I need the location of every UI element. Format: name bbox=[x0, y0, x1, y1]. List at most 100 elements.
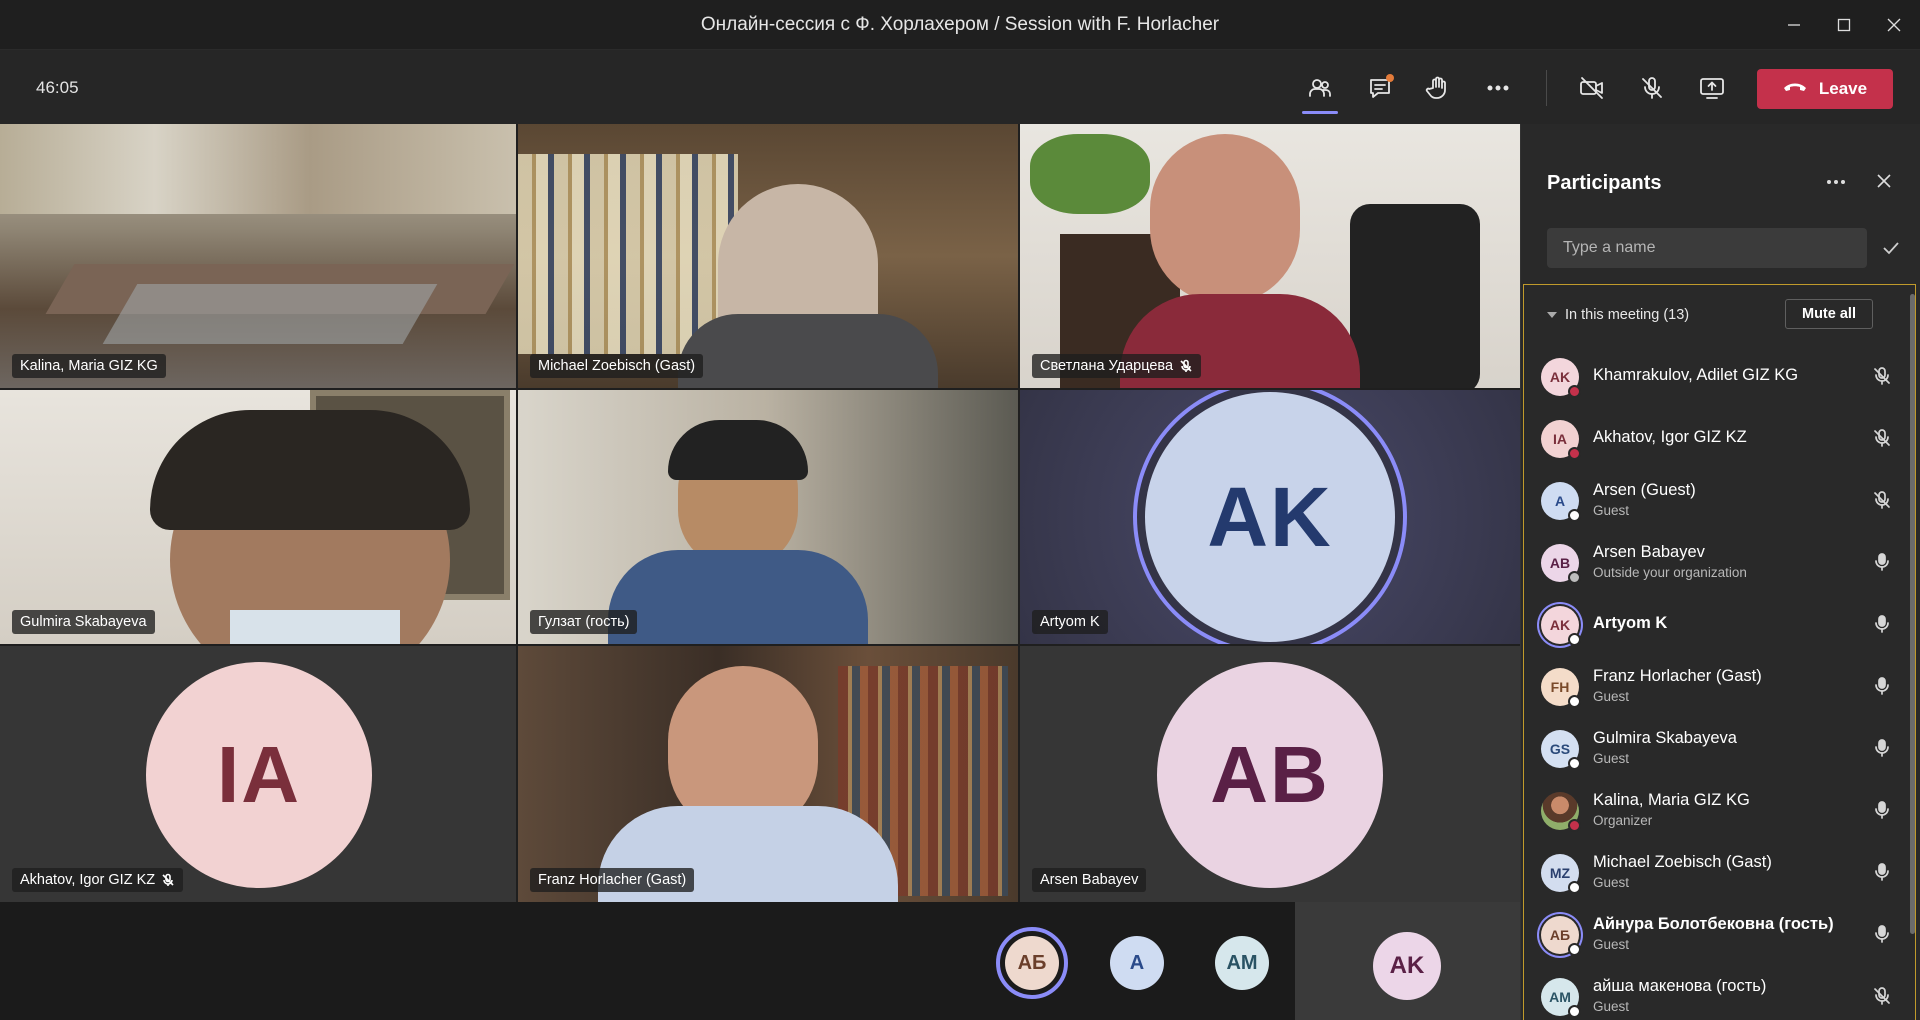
close-icon[interactable] bbox=[1873, 170, 1895, 198]
video-grid: Kalina, Maria GIZ KG Michael Zoebisch (G… bbox=[0, 124, 1520, 902]
share-icon bbox=[1700, 78, 1724, 99]
meeting-toolbar: 46:05 Leave bbox=[0, 50, 1920, 124]
mic-off-icon bbox=[1180, 359, 1192, 372]
presence-status-icon bbox=[1568, 1005, 1581, 1018]
overflow-tile[interactable]: AK bbox=[1295, 902, 1520, 1020]
participant-row[interactable]: Kalina, Maria GIZ KG Organizer bbox=[1541, 782, 1891, 838]
mic-off-icon[interactable] bbox=[1871, 489, 1893, 511]
participant-name-label: Franz Horlacher (Gast) bbox=[530, 868, 695, 892]
video-tile[interactable]: Michael Zoebisch (Gast) bbox=[518, 124, 1018, 388]
avatar[interactable]: АБ bbox=[1005, 936, 1059, 990]
mic-icon[interactable] bbox=[1871, 675, 1893, 697]
participant-name: Gulmira Skabayeva bbox=[1593, 729, 1737, 747]
participant-row[interactable]: FH Franz Horlacher (Gast) Guest bbox=[1541, 658, 1891, 714]
participant-name: Khamrakulov, Adilet GIZ KG bbox=[1593, 366, 1799, 384]
mic-off-icon bbox=[162, 873, 174, 886]
participant-name: Franz Horlacher (Gast) bbox=[1593, 667, 1762, 685]
avatar: IA bbox=[146, 662, 372, 888]
minimize-icon[interactable] bbox=[1776, 10, 1812, 40]
check-icon[interactable] bbox=[1879, 236, 1903, 260]
meeting-timer: 46:05 bbox=[36, 78, 79, 97]
participant-row[interactable]: AK Artyom K bbox=[1541, 596, 1891, 652]
participant-row[interactable]: AM айша макенова (гость) Guest bbox=[1541, 968, 1891, 1020]
video-tile[interactable]: Gulmira Skabayeva bbox=[0, 390, 516, 644]
participant-name-label: Arsen Babayev bbox=[1032, 868, 1147, 892]
participant-role: Guest bbox=[1593, 999, 1630, 1014]
participant-name: Arsen (Guest) bbox=[1593, 481, 1696, 499]
presence-status-icon bbox=[1568, 819, 1581, 832]
chevron-down-icon bbox=[1547, 312, 1557, 318]
participant-role: Organizer bbox=[1593, 813, 1653, 828]
participant-role: Guest bbox=[1593, 751, 1630, 766]
search-input[interactable] bbox=[1547, 228, 1867, 268]
video-tile[interactable]: AB Arsen Babayev bbox=[1020, 646, 1520, 902]
participant-row[interactable]: MZ Michael Zoebisch (Gast) Guest bbox=[1541, 844, 1891, 900]
mic-icon[interactable] bbox=[1871, 737, 1893, 759]
mic-off-icon[interactable] bbox=[1871, 365, 1893, 387]
toolbar-divider bbox=[1546, 70, 1547, 106]
chat-notification-dot bbox=[1386, 74, 1394, 82]
mic-off-icon[interactable] bbox=[1871, 427, 1893, 449]
mic-toggle-button[interactable] bbox=[1630, 66, 1674, 110]
presence-status-icon bbox=[1568, 447, 1581, 460]
mic-icon[interactable] bbox=[1871, 613, 1893, 635]
participant-name-label: Gulmira Skabayeva bbox=[12, 610, 155, 634]
video-tile[interactable]: Franz Horlacher (Gast) bbox=[518, 646, 1018, 902]
participant-row[interactable]: AB Arsen Babayev Outside your organization bbox=[1541, 534, 1891, 590]
more-actions-button[interactable] bbox=[1476, 66, 1520, 110]
video-tile[interactable]: Kalina, Maria GIZ KG bbox=[0, 124, 516, 388]
avatar[interactable]: A bbox=[1110, 936, 1164, 990]
participants-button[interactable] bbox=[1298, 66, 1342, 114]
leave-button[interactable]: Leave bbox=[1757, 69, 1893, 109]
participant-name-label: Michael Zoebisch (Gast) bbox=[530, 354, 704, 378]
avatar: AK bbox=[1373, 932, 1441, 1000]
participant-name-label: Akhatov, Igor GIZ KZ bbox=[12, 868, 184, 892]
presence-status-icon bbox=[1568, 385, 1581, 398]
section-header[interactable]: In this meeting (13) bbox=[1547, 307, 1689, 323]
participant-role: Guest bbox=[1593, 503, 1630, 518]
participant-row[interactable]: АБ Айнура Болотбековна (гость) Guest bbox=[1541, 906, 1891, 962]
participant-name-label: Гулзат (гость) bbox=[530, 610, 638, 634]
mute-all-button[interactable]: Mute all bbox=[1785, 299, 1873, 329]
presence-status-icon bbox=[1568, 633, 1581, 646]
participant-name: Akhatov, Igor GIZ KZ bbox=[1593, 428, 1747, 446]
participant-name: айша макенова (гость) bbox=[1593, 977, 1767, 995]
video-tile[interactable]: Гулзат (гость) bbox=[518, 390, 1018, 644]
participant-name: Arsen Babayev bbox=[1593, 543, 1705, 561]
avatar[interactable]: AM bbox=[1215, 936, 1269, 990]
presence-status-icon bbox=[1568, 571, 1581, 584]
participant-row[interactable]: A Arsen (Guest) Guest bbox=[1541, 472, 1891, 528]
video-tile[interactable]: Светлана Ударцева bbox=[1020, 124, 1520, 388]
video-tile[interactable]: AK Artyom K bbox=[1020, 390, 1520, 644]
participants-panel: Participants In this meeting (13) Mute a… bbox=[1520, 124, 1920, 1020]
mic-icon[interactable] bbox=[1871, 799, 1893, 821]
participant-row[interactable]: AK Khamrakulov, Adilet GIZ KG bbox=[1541, 348, 1891, 404]
share-screen-button[interactable] bbox=[1690, 66, 1734, 110]
close-window-icon[interactable] bbox=[1876, 10, 1912, 40]
chat-button[interactable] bbox=[1358, 66, 1402, 110]
participant-name-label: Artyom K bbox=[1032, 610, 1108, 634]
participant-name: Kalina, Maria GIZ KG bbox=[1593, 791, 1750, 809]
mic-icon[interactable] bbox=[1871, 551, 1893, 573]
window-title: Онлайн-сессия с Ф. Хорлахером / Session … bbox=[700, 14, 1220, 35]
mic-off-icon bbox=[1642, 77, 1662, 99]
participant-name-label: Светлана Ударцева bbox=[1032, 354, 1202, 378]
mic-off-icon[interactable] bbox=[1871, 985, 1893, 1007]
participant-row[interactable]: IA Akhatov, Igor GIZ KZ bbox=[1541, 410, 1891, 466]
participant-row[interactable]: GS Gulmira Skabayeva Guest bbox=[1541, 720, 1891, 776]
participant-name: Айнура Болотбековна (гость) bbox=[1593, 915, 1834, 933]
video-tile[interactable]: IA Akhatov, Igor GIZ KZ bbox=[0, 646, 516, 902]
panel-more-icon[interactable] bbox=[1824, 170, 1848, 200]
camera-toggle-button[interactable] bbox=[1570, 66, 1614, 110]
scrollbar[interactable] bbox=[1910, 294, 1915, 934]
raise-hand-button[interactable] bbox=[1416, 66, 1460, 110]
participant-name-label: Kalina, Maria GIZ KG bbox=[12, 354, 166, 378]
mic-icon[interactable] bbox=[1871, 861, 1893, 883]
mic-icon[interactable] bbox=[1871, 923, 1893, 945]
presence-status-icon bbox=[1568, 943, 1581, 956]
maximize-icon[interactable] bbox=[1826, 10, 1862, 40]
participants-icon bbox=[1309, 79, 1331, 97]
raise-hand-icon bbox=[1425, 76, 1446, 99]
participant-role: Guest bbox=[1593, 937, 1630, 952]
participant-role: Outside your organization bbox=[1593, 565, 1747, 580]
